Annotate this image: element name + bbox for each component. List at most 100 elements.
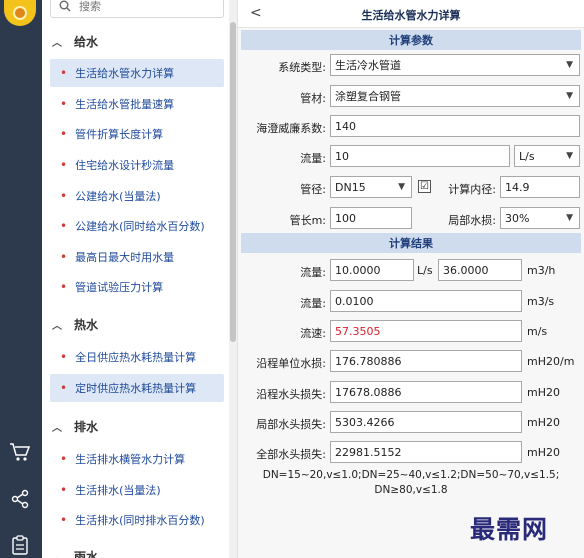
sidebar-item-label: 生活给水管水力详算: [75, 67, 175, 80]
along-loss-value: 17678.0886: [330, 381, 522, 403]
velocity-label: 流速:: [300, 327, 326, 340]
velocity-value: 57.3505: [330, 320, 522, 342]
clipboard-icon[interactable]: [8, 533, 32, 557]
sidebar-item[interactable]: • 生活排水(同时排水百分数): [50, 506, 224, 534]
bullet-icon: •: [60, 381, 68, 395]
material-label: 管材:: [300, 92, 326, 105]
sidebar-item[interactable]: • 生活排水(当量法): [50, 476, 224, 504]
sidebar-scrollbar[interactable]: [229, 0, 237, 558]
section-water-supply[interactable]: ︿ 给水: [52, 33, 98, 50]
inner-diameter-input[interactable]: 14.9: [500, 176, 580, 198]
sidebar-item-label: 住宅给水设计秒流量: [75, 159, 175, 172]
chevron-down-icon: ▼: [566, 91, 573, 101]
inner-diameter-checkbox[interactable]: ☑: [418, 180, 431, 193]
bullet-icon: •: [60, 219, 68, 233]
bullet-icon: •: [60, 189, 68, 203]
sidebar-item[interactable]: • 定时供应热水耗热量计算: [50, 374, 224, 402]
section-drainage[interactable]: ︿ 排水: [52, 418, 98, 435]
sidebar-item-label: 最高日最大时用水量: [75, 251, 175, 264]
total-loss-value: 22981.5152: [330, 441, 522, 463]
sidebar-item-label: 生活给水管批量速算: [75, 98, 175, 111]
sidebar-item[interactable]: • 公建给水(同时给水百分数): [50, 212, 224, 240]
local-loss-label: 局部水损:: [448, 214, 496, 227]
result-flow-label: 流量:: [300, 266, 326, 279]
sidebar-item[interactable]: • 公建给水(当量法): [50, 182, 224, 210]
material-value: 涂塑复合钢管: [335, 90, 401, 103]
sidebar-item[interactable]: • 生活给水管水力详算: [50, 59, 224, 87]
chevron-down-icon: ▼: [566, 60, 573, 70]
velocity-limit-note: DN=15~20,v≤1.0;DN=25~40,v≤1.2;DN=50~70,v…: [241, 468, 581, 498]
sidebar-item-label: 生活排水横管水力计算: [75, 453, 186, 466]
unit-loss-value: 176.780886: [330, 350, 522, 372]
bullet-icon: •: [60, 250, 68, 264]
share-icon[interactable]: [8, 487, 32, 511]
scrollbar-thumb[interactable]: [230, 22, 236, 342]
sidebar-item[interactable]: • 全日供应热水耗热量计算: [50, 343, 224, 371]
sidebar-item[interactable]: • 住宅给水设计秒流量: [50, 151, 224, 179]
chevron-up-icon: ︿: [52, 321, 62, 332]
sidebar-item[interactable]: • 生活给水管批量速算: [50, 90, 224, 118]
chevron-up-icon: ︿: [52, 38, 62, 49]
section-hot-water[interactable]: ︿ 热水: [52, 316, 98, 333]
system-type-value: 生活冷水管道: [335, 59, 401, 72]
sidebar-item[interactable]: • 最高日最大时用水量: [50, 243, 224, 271]
local-head-loss-label: 局部水头损失:: [256, 418, 326, 431]
sidebar-item-label: 公建给水(当量法): [75, 190, 161, 203]
bullet-icon: •: [60, 513, 68, 527]
bullet-icon: •: [60, 280, 68, 294]
local-loss-value: 30%: [505, 211, 530, 225]
system-type-select[interactable]: 生活冷水管道 ▼: [330, 54, 580, 76]
sidebar-item-label: 生活排水(同时排水百分数): [75, 514, 205, 527]
bullet-icon: •: [60, 350, 68, 364]
result-flow-m3h: 36.0000: [438, 259, 522, 281]
result-flow-m3h-unit: m3/h: [527, 264, 556, 277]
chevron-down-icon: ▼: [566, 151, 573, 161]
velocity-note-line1: DN=15~20,v≤1.0;DN=25~40,v≤1.2;DN=50~70,v…: [262, 469, 560, 481]
diameter-select[interactable]: DN15 ▼: [330, 176, 412, 198]
chevron-down-icon: ▼: [398, 182, 405, 192]
section-label: 热水: [74, 318, 99, 332]
sidebar-item-label: 管道试验压力计算: [75, 281, 164, 294]
section-label: 排水: [74, 420, 99, 434]
diameter-value: DN15: [335, 180, 366, 194]
local-loss-select[interactable]: 30% ▼: [500, 207, 580, 229]
material-select[interactable]: 涂塑复合钢管 ▼: [330, 85, 580, 107]
unit-loss-label: 沿程单位水损:: [256, 357, 326, 370]
bullet-icon: •: [60, 483, 68, 497]
length-label: 管长m:: [289, 214, 326, 227]
unit-loss-unit: mH20/m: [527, 355, 575, 368]
hazen-label: 海澄威廉系数:: [256, 122, 326, 135]
velocity-note-line2: DN≥80,v≤1.8: [374, 484, 448, 496]
flow-label: 流量:: [300, 152, 326, 165]
section-rainwater[interactable]: ︿ 雨水: [52, 548, 98, 558]
sidebar-item[interactable]: • 管件折算长度计算: [50, 120, 224, 148]
local-head-loss-value: 5303.4266: [330, 411, 522, 433]
search-icon: [59, 0, 71, 12]
page-title: 生活给水管水力详算: [361, 9, 461, 22]
app-rail: [0, 0, 42, 558]
sidebar-item-label: 管件折算长度计算: [75, 128, 164, 141]
chevron-down-icon: ▼: [566, 213, 573, 223]
hazen-input[interactable]: 140: [330, 115, 580, 137]
flow-input[interactable]: 10: [330, 145, 510, 167]
sidebar-item[interactable]: • 生活排水横管水力计算: [50, 445, 224, 473]
velocity-unit: m/s: [527, 325, 548, 338]
along-loss-unit: mH20: [527, 386, 560, 399]
result-flow-ls-unit: L/s: [417, 264, 433, 277]
search-box[interactable]: [50, 0, 224, 18]
diameter-label: 管径:: [300, 183, 326, 196]
search-input[interactable]: [79, 0, 209, 13]
total-loss-unit: mH20: [527, 446, 560, 459]
bullet-icon: •: [60, 158, 68, 172]
flow-unit-select[interactable]: L/s ▼: [514, 145, 580, 167]
section-label: 给水: [74, 35, 99, 49]
cart-icon[interactable]: [8, 440, 32, 464]
sidebar-item-label: 生活排水(当量法): [75, 484, 161, 497]
bullet-icon: •: [60, 66, 68, 80]
length-input[interactable]: 100: [330, 207, 412, 229]
sidebar-item-label: 全日供应热水耗热量计算: [75, 351, 197, 364]
top-bar: < 生活给水管水力详算: [238, 0, 584, 28]
bullet-icon: •: [60, 97, 68, 111]
sidebar-item[interactable]: • 管道试验压力计算: [50, 273, 224, 301]
app-logo: [4, 0, 36, 26]
